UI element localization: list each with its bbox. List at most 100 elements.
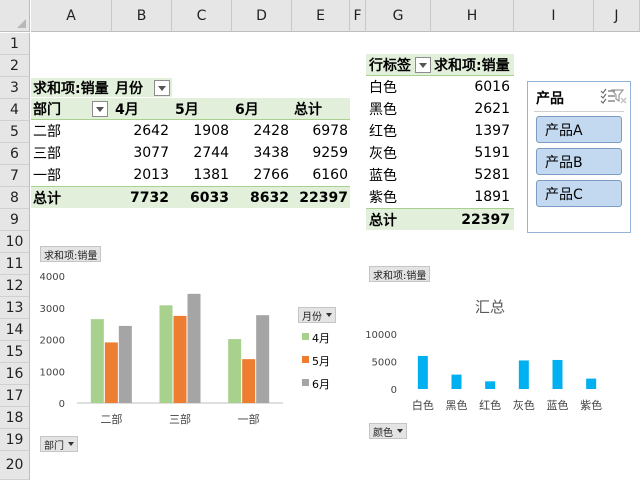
row-header-9[interactable]: 9: [0, 209, 30, 231]
row-header-7[interactable]: 7: [0, 165, 30, 187]
bar: [118, 325, 132, 403]
pivot1-grand-label[interactable]: 总计: [31, 186, 112, 208]
select-all-corner[interactable]: [0, 0, 30, 32]
row-header-1[interactable]: 1: [0, 33, 30, 55]
row-header-12[interactable]: 12: [0, 275, 30, 297]
pivot2-row-label[interactable]: 紫色: [366, 186, 431, 208]
y-tick-label: 2000: [40, 336, 65, 347]
chart2-value-field-button[interactable]: 求和项:销量: [369, 266, 431, 282]
column-header-g[interactable]: G: [366, 0, 431, 32]
row-header-10[interactable]: 10: [0, 231, 30, 253]
legend-label: 6月: [312, 378, 330, 391]
pivot2-row-label[interactable]: 黑色: [366, 98, 431, 120]
column-header-e[interactable]: E: [292, 0, 350, 32]
slicer-item-product-a[interactable]: 产品A: [536, 116, 622, 143]
row-header-4[interactable]: 4: [0, 99, 30, 121]
pivot1-month-6[interactable]: 6月: [232, 98, 292, 120]
column-header-j[interactable]: J: [594, 0, 640, 32]
clear-filter-icon[interactable]: [611, 88, 627, 104]
chart1-axis-field-button[interactable]: 部门: [40, 436, 78, 452]
pivot2-row-label[interactable]: 白色: [366, 76, 431, 98]
month-filter-dropdown[interactable]: [154, 80, 170, 96]
pivot1-value-cell[interactable]: 2013: [112, 164, 172, 186]
pivot1-col-field-label: 月份: [115, 80, 143, 97]
bar: [552, 359, 563, 389]
pivot1-total-header[interactable]: 总计: [292, 98, 350, 120]
legend-swatch: [302, 379, 309, 386]
pivot2-value-cell[interactable]: 5281: [431, 164, 514, 186]
row-header-18[interactable]: 18: [0, 407, 30, 429]
pivot1-value-cell[interactable]: 2766: [232, 164, 292, 186]
pivot1-grand-value[interactable]: 22397: [292, 186, 350, 208]
pivot1-value-cell[interactable]: 2642: [112, 120, 172, 142]
pivot1-grand-value[interactable]: 6033: [172, 186, 232, 208]
pivot1-value-cell[interactable]: 1908: [172, 120, 232, 142]
pivot1-value-cell[interactable]: 3077: [112, 142, 172, 164]
pivot-chart-by-color[interactable]: 汇总 0 5000 10000 白色 黑色 红色 灰色 蓝色 紫色: [360, 284, 615, 420]
pivot2-row-label[interactable]: 蓝色: [366, 164, 431, 186]
pivot2-value-cell[interactable]: 2621: [431, 98, 514, 120]
row-header-5[interactable]: 5: [0, 121, 30, 143]
chart1-value-field-button[interactable]: 求和项:销量: [40, 246, 102, 262]
pivot1-value-cell[interactable]: 2428: [232, 120, 292, 142]
chart1-legend-field-button[interactable]: 月份: [298, 307, 336, 323]
pivot1-row-total[interactable]: 9259: [292, 142, 350, 164]
pivot2-row-label[interactable]: 红色: [366, 120, 431, 142]
row-header-17[interactable]: 17: [0, 385, 30, 407]
pivot2-value-cell[interactable]: 6016: [431, 76, 514, 98]
pivot1-filter-label[interactable]: 求和项:销量: [31, 78, 112, 97]
pivot1-grand-value[interactable]: 8632: [232, 186, 292, 208]
row-header-11[interactable]: 11: [0, 253, 30, 275]
x-category-label: 白色: [412, 398, 434, 412]
pivot1-row-total[interactable]: 6978: [292, 120, 350, 142]
column-header-h[interactable]: H: [431, 0, 514, 32]
chart2-axis-field-button[interactable]: 颜色: [369, 423, 407, 439]
pivot2-grand-label[interactable]: 总计: [366, 208, 431, 230]
slicer-item-product-c[interactable]: 产品C: [536, 180, 622, 207]
y-tick-label: 10000: [365, 330, 397, 341]
column-header-b[interactable]: B: [112, 0, 172, 32]
row-header-16[interactable]: 16: [0, 363, 30, 385]
pivot2-value-cell[interactable]: 1891: [431, 186, 514, 208]
row-header-8[interactable]: 8: [0, 187, 30, 209]
pivot-chart-by-department[interactable]: 0 1000 2000 3000 4000 二部 三部 一部: [31, 262, 301, 432]
row-header-19[interactable]: 19: [0, 429, 30, 451]
row-header-3[interactable]: 3: [0, 77, 30, 99]
column-header-f[interactable]: F: [350, 0, 366, 32]
bar: [417, 355, 428, 389]
color-filter-dropdown[interactable]: [415, 57, 431, 73]
pivot2-grand-value[interactable]: 22397: [431, 208, 514, 230]
row-header-15[interactable]: 15: [0, 341, 30, 363]
pivot1-row-total[interactable]: 6160: [292, 164, 350, 186]
bar: [518, 360, 529, 389]
row-header-20[interactable]: 20: [0, 451, 30, 480]
chart2-axis-field-label: 颜色: [373, 427, 393, 439]
product-slicer[interactable]: 产品 产品A 产品B 产品C: [527, 81, 631, 233]
pivot2-value-label[interactable]: 求和项:销量: [431, 54, 514, 76]
column-header-c[interactable]: C: [172, 0, 232, 32]
row-header-6[interactable]: 6: [0, 143, 30, 165]
column-header-a[interactable]: A: [31, 0, 112, 32]
pivot2-row-label[interactable]: 灰色: [366, 142, 431, 164]
pivot1-grand-value[interactable]: 7732: [112, 186, 172, 208]
row-header-2[interactable]: 2: [0, 55, 30, 77]
dept-filter-dropdown[interactable]: [92, 101, 108, 117]
pivot1-row-label[interactable]: 二部: [31, 120, 112, 142]
column-header-d[interactable]: D: [232, 0, 292, 32]
pivot1-month-4[interactable]: 4月: [112, 98, 172, 120]
pivot2-value-cell[interactable]: 5191: [431, 142, 514, 164]
pivot1-value-cell[interactable]: 2744: [172, 142, 232, 164]
column-header-i[interactable]: I: [514, 0, 594, 32]
slicer-item-product-b[interactable]: 产品B: [536, 148, 622, 175]
chevron-down-icon: [68, 442, 74, 446]
row-header-13[interactable]: 13: [0, 297, 30, 319]
pivot1-row-label[interactable]: 一部: [31, 164, 112, 186]
pivot2-value-cell[interactable]: 1397: [431, 120, 514, 142]
pivot1-month-5[interactable]: 5月: [172, 98, 232, 120]
pivot1-value-cell[interactable]: 3438: [232, 142, 292, 164]
row-header-14[interactable]: 14: [0, 319, 30, 341]
pivot1-row-label[interactable]: 三部: [31, 142, 112, 164]
pivot1-value-cell[interactable]: 1381: [172, 164, 232, 186]
bar: [173, 315, 187, 403]
y-tick-label: 5000: [372, 358, 397, 369]
